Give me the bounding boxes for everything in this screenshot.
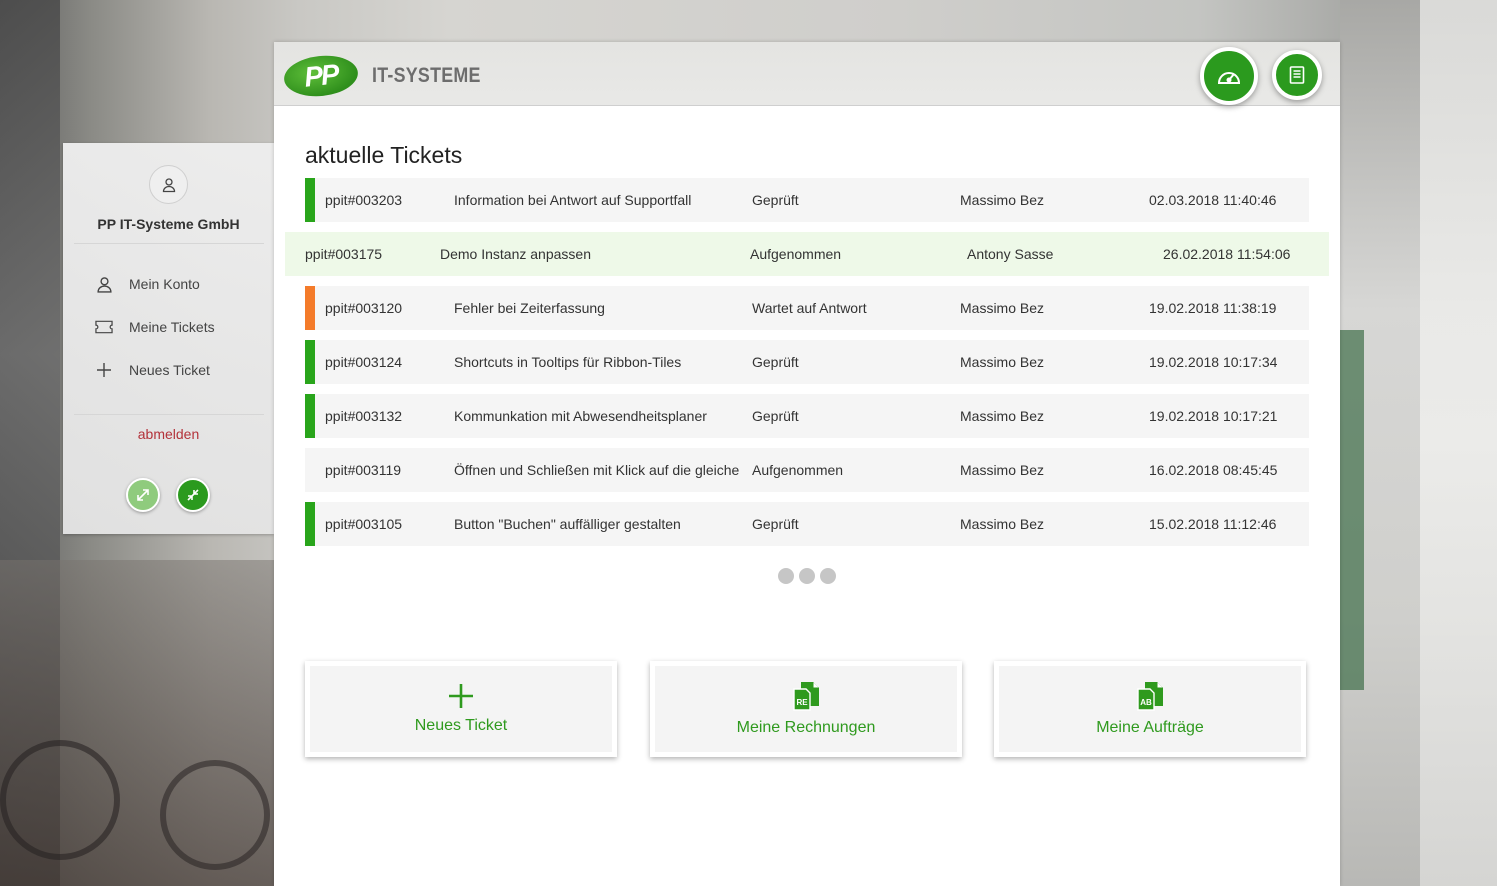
ticket-row[interactable]: ppit#003124 Shortcuts in Tooltips für Ri…: [305, 340, 1309, 384]
ticket-user: Massimo Bez: [960, 516, 1045, 532]
ticket-date: 19.02.2018 10:17:21: [1149, 408, 1278, 424]
ticket-title: Kommunkation mit Abwesendheitsplaner: [454, 408, 707, 424]
divider: [74, 414, 264, 415]
order-document-icon: AB: [1137, 682, 1163, 711]
ticket-id: ppit#003132: [325, 408, 403, 424]
collapse-icon: [187, 489, 199, 501]
expand-icon: [137, 489, 149, 501]
ticket-status: Geprüft: [752, 354, 799, 370]
tile-label: Meine Aufträge: [1096, 719, 1204, 736]
user-icon: [95, 275, 113, 293]
ticket-row[interactable]: ppit#003119 Öffnen und Schließen mit Kli…: [305, 448, 1309, 492]
status-color-bar: [305, 394, 315, 438]
ticket-status: Geprüft: [752, 516, 799, 532]
background-light: [1420, 0, 1497, 886]
logo-text: IT-SYSTEME: [372, 64, 481, 87]
ticket-date: 15.02.2018 11:12:46: [1149, 516, 1277, 532]
ticket-icon: [95, 318, 113, 336]
sidebar-item-neues-ticket[interactable]: Neues Ticket: [95, 361, 210, 379]
ticket-title: Fehler bei Zeiterfassung: [454, 300, 605, 316]
ticket-id: ppit#003175: [305, 246, 383, 262]
status-color-bar: [305, 448, 315, 492]
ticket-date: 19.02.2018 11:38:19: [1149, 300, 1277, 316]
company-name: PP IT-Systeme GmbH: [97, 216, 240, 232]
ticket-user: Massimo Bez: [960, 300, 1045, 316]
dot: [778, 568, 794, 584]
speedometer-icon: [1217, 72, 1241, 84]
ticket-status: Geprüft: [752, 192, 799, 208]
ticket-date: 19.02.2018 10:17:34: [1149, 354, 1278, 370]
background-bicycle-wheel: [0, 740, 120, 860]
svg-text:RE: RE: [796, 698, 808, 707]
background-bicycle-wheel: [160, 760, 270, 870]
ticket-title: Information bei Antwort auf Supportfall: [454, 192, 692, 208]
status-color-bar: [305, 340, 315, 384]
ticket-row[interactable]: ppit#003203 Information bei Antwort auf …: [305, 178, 1309, 222]
sidebar-item-meine-tickets[interactable]: Meine Tickets: [95, 318, 215, 336]
ticket-user: Massimo Bez: [960, 192, 1045, 208]
ticket-id: ppit#003105: [325, 516, 403, 532]
collapse-button[interactable]: [176, 478, 210, 512]
ticket-user: Massimo Bez: [960, 354, 1045, 370]
page-title: aktuelle Tickets: [305, 142, 463, 168]
main-panel: PP IT-SYSTEME aktuelle Tickets ppit#0032…: [274, 42, 1340, 886]
ticket-id: ppit#003119: [325, 462, 402, 478]
dot: [799, 568, 815, 584]
background-door: [1340, 330, 1364, 690]
ticket-row[interactable]: ppit#003105 Button "Buchen" auffälliger …: [305, 502, 1309, 546]
ticket-row[interactable]: ppit#003120 Fehler bei Zeiterfassung War…: [305, 286, 1309, 330]
dot: [820, 568, 836, 584]
ticket-date: 26.02.2018 11:54:06: [1163, 246, 1291, 262]
logout-link[interactable]: abmelden: [63, 426, 274, 442]
tile-neues-ticket[interactable]: Neues Ticket: [305, 661, 617, 757]
status-color-bar: [305, 178, 315, 222]
ticket-id: ppit#003124: [325, 354, 403, 370]
ticket-row[interactable]: ppit#003132 Kommunkation mit Abwesendhei…: [305, 394, 1309, 438]
ticket-title: Demo Instanz anpassen: [440, 246, 591, 262]
user-icon: [162, 177, 175, 192]
ticket-title: Öffnen und Schließen mit Klick auf die g…: [454, 462, 740, 478]
ticket-user: Antony Sasse: [967, 246, 1054, 262]
tile-meine-auftraege[interactable]: AB Meine Aufträge: [994, 661, 1306, 757]
ticket-user: Massimo Bez: [960, 408, 1045, 424]
dashboard-button[interactable]: [1200, 47, 1258, 105]
ticket-id: ppit#003203: [325, 192, 403, 208]
logo[interactable]: PP IT-SYSTEME: [282, 52, 500, 100]
sidebar-item-mein-konto[interactable]: Mein Konto: [95, 275, 200, 293]
ticket-status: Aufgenommen: [752, 462, 844, 478]
ticket-user: Massimo Bez: [960, 462, 1045, 478]
ticket-date: 16.02.2018 08:45:45: [1149, 462, 1278, 478]
plus-icon: [449, 684, 473, 708]
ticket-title: Button "Buchen" auffälliger gestalten: [454, 516, 681, 532]
tile-meine-rechnungen[interactable]: RE Meine Rechnungen: [650, 661, 962, 757]
book-icon: [1289, 66, 1305, 84]
divider: [74, 243, 264, 244]
ticket-id: ppit#003120: [325, 300, 403, 316]
ticket-status: Aufgenommen: [750, 246, 842, 262]
expand-button[interactable]: [126, 478, 160, 512]
sidebar-item-label: Neues Ticket: [129, 362, 210, 378]
load-more-button[interactable]: [778, 568, 836, 584]
sidebar-item-label: Mein Konto: [129, 276, 200, 292]
tile-label: Meine Rechnungen: [736, 719, 876, 736]
status-color-bar: [305, 502, 315, 546]
ticket-status: Geprüft: [752, 408, 799, 424]
ticket-date: 02.03.2018 11:40:46: [1149, 192, 1277, 208]
sidebar: PP IT-Systeme GmbH Mein Konto Meine Tick…: [63, 143, 274, 534]
sidebar-item-label: Meine Tickets: [129, 319, 215, 335]
status-color-bar: [305, 286, 315, 330]
ticket-row-highlighted[interactable]: ppit#003175 Demo Instanz anpassen Aufgen…: [285, 232, 1329, 276]
header: PP IT-SYSTEME: [274, 42, 1340, 106]
invoice-document-icon: RE: [793, 682, 819, 711]
book-button[interactable]: [1272, 50, 1322, 100]
tile-label: Neues Ticket: [414, 717, 508, 734]
plus-icon: [95, 361, 113, 379]
ticket-title: Shortcuts in Tooltips für Ribbon-Tiles: [454, 354, 682, 370]
logo-mark: PP: [282, 52, 360, 100]
ticket-status: Wartet auf Antwort: [752, 300, 867, 316]
avatar[interactable]: [149, 165, 188, 204]
svg-text:AB: AB: [1140, 698, 1152, 707]
